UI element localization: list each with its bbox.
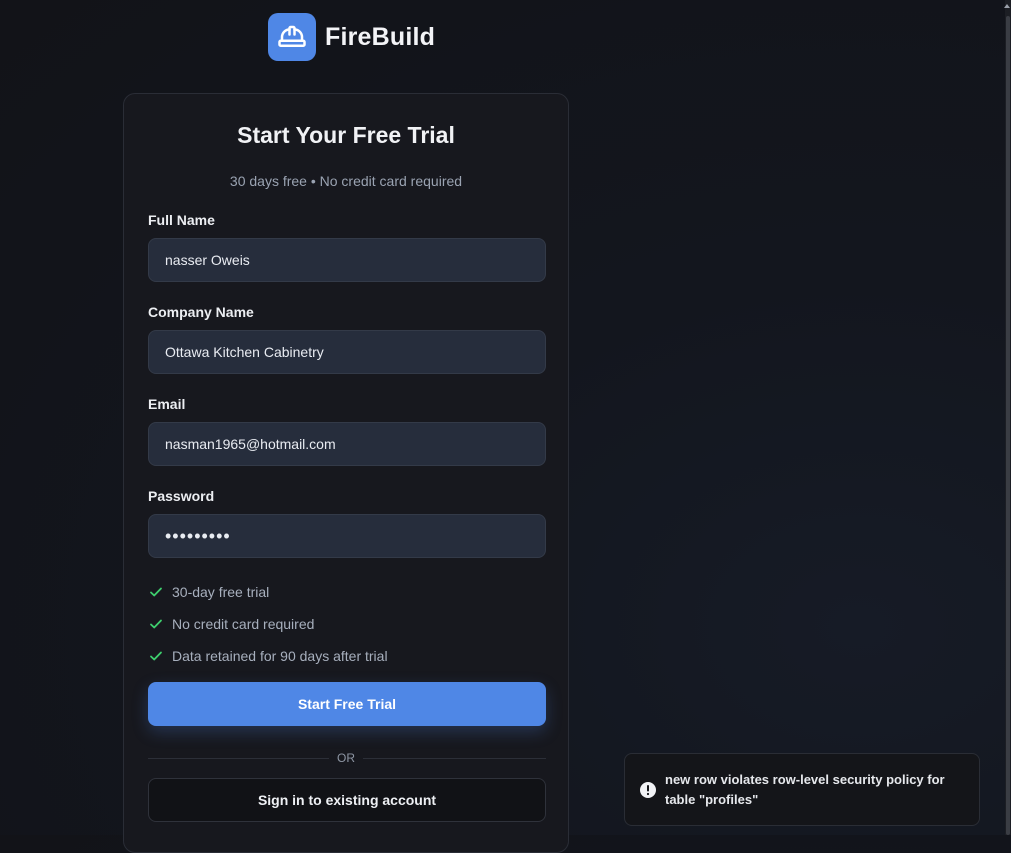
scrollbar-thumb[interactable] <box>1006 16 1010 835</box>
email-label: Email <box>148 396 186 412</box>
password-label: Password <box>148 488 215 504</box>
benefit-text: Data retained for 90 days after trial <box>172 648 388 664</box>
page-scrollbar[interactable] <box>1004 0 1011 835</box>
alert-circle-icon <box>639 781 657 799</box>
benefit-text: No credit card required <box>172 616 315 632</box>
hard-hat-icon <box>268 13 316 61</box>
toast-message: new row violates row-level security poli… <box>665 771 945 807</box>
check-icon <box>148 616 164 632</box>
benefit-item: Data retained for 90 days after trial <box>148 648 388 664</box>
company-name-input[interactable] <box>148 330 546 374</box>
signup-card: Start Your Free Trial 30 days free • No … <box>123 93 569 853</box>
brand-header: FireBuild <box>268 13 435 61</box>
check-icon <box>148 648 164 664</box>
scroll-up-arrow-icon[interactable] <box>1004 4 1010 8</box>
page-title: Start Your Free Trial <box>237 122 455 148</box>
company-name-label: Company Name <box>148 304 254 320</box>
full-name-input[interactable] <box>148 238 546 282</box>
benefit-item: 30-day free trial <box>148 584 269 600</box>
password-input[interactable] <box>148 514 546 558</box>
error-toast[interactable]: new row violates row-level security poli… <box>624 753 980 826</box>
brand-name: FireBuild <box>325 22 436 51</box>
email-input[interactable] <box>148 422 546 466</box>
full-name-label: Full Name <box>148 212 215 228</box>
check-icon <box>148 584 164 600</box>
divider-text: OR <box>329 751 363 765</box>
benefit-text: 30-day free trial <box>172 584 270 600</box>
start-free-trial-button[interactable]: Start Free Trial <box>148 682 546 726</box>
sign-in-button[interactable]: Sign in to existing account <box>148 778 546 822</box>
benefit-item: No credit card required <box>148 616 314 632</box>
page-subtitle: 30 days free • No credit card required <box>229 173 463 189</box>
